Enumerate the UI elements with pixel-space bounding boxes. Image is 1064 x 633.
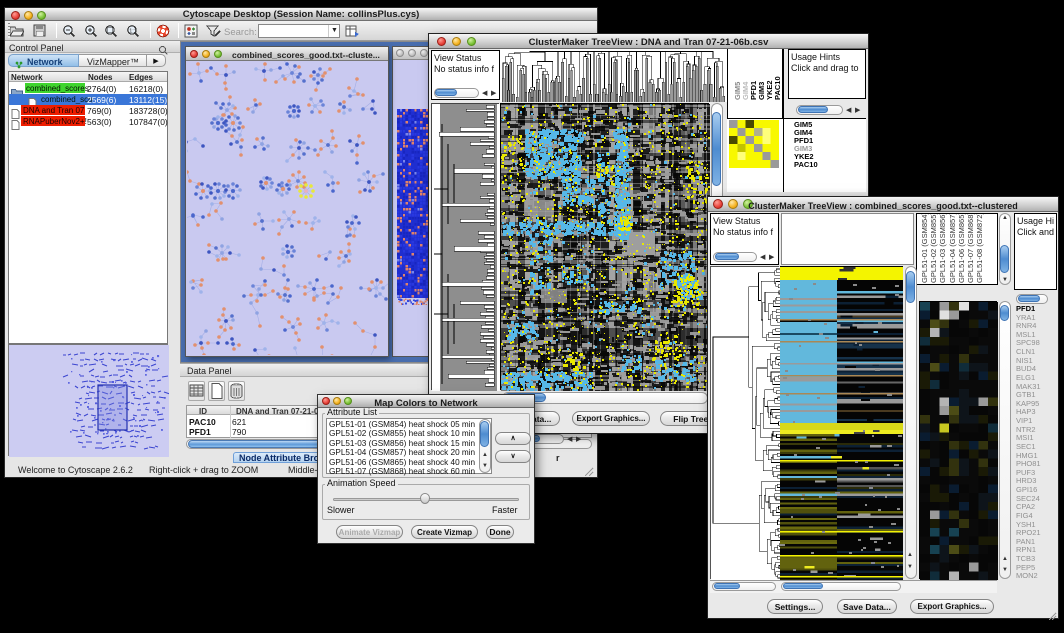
svg-text:1:1: 1:1 [129,28,137,34]
